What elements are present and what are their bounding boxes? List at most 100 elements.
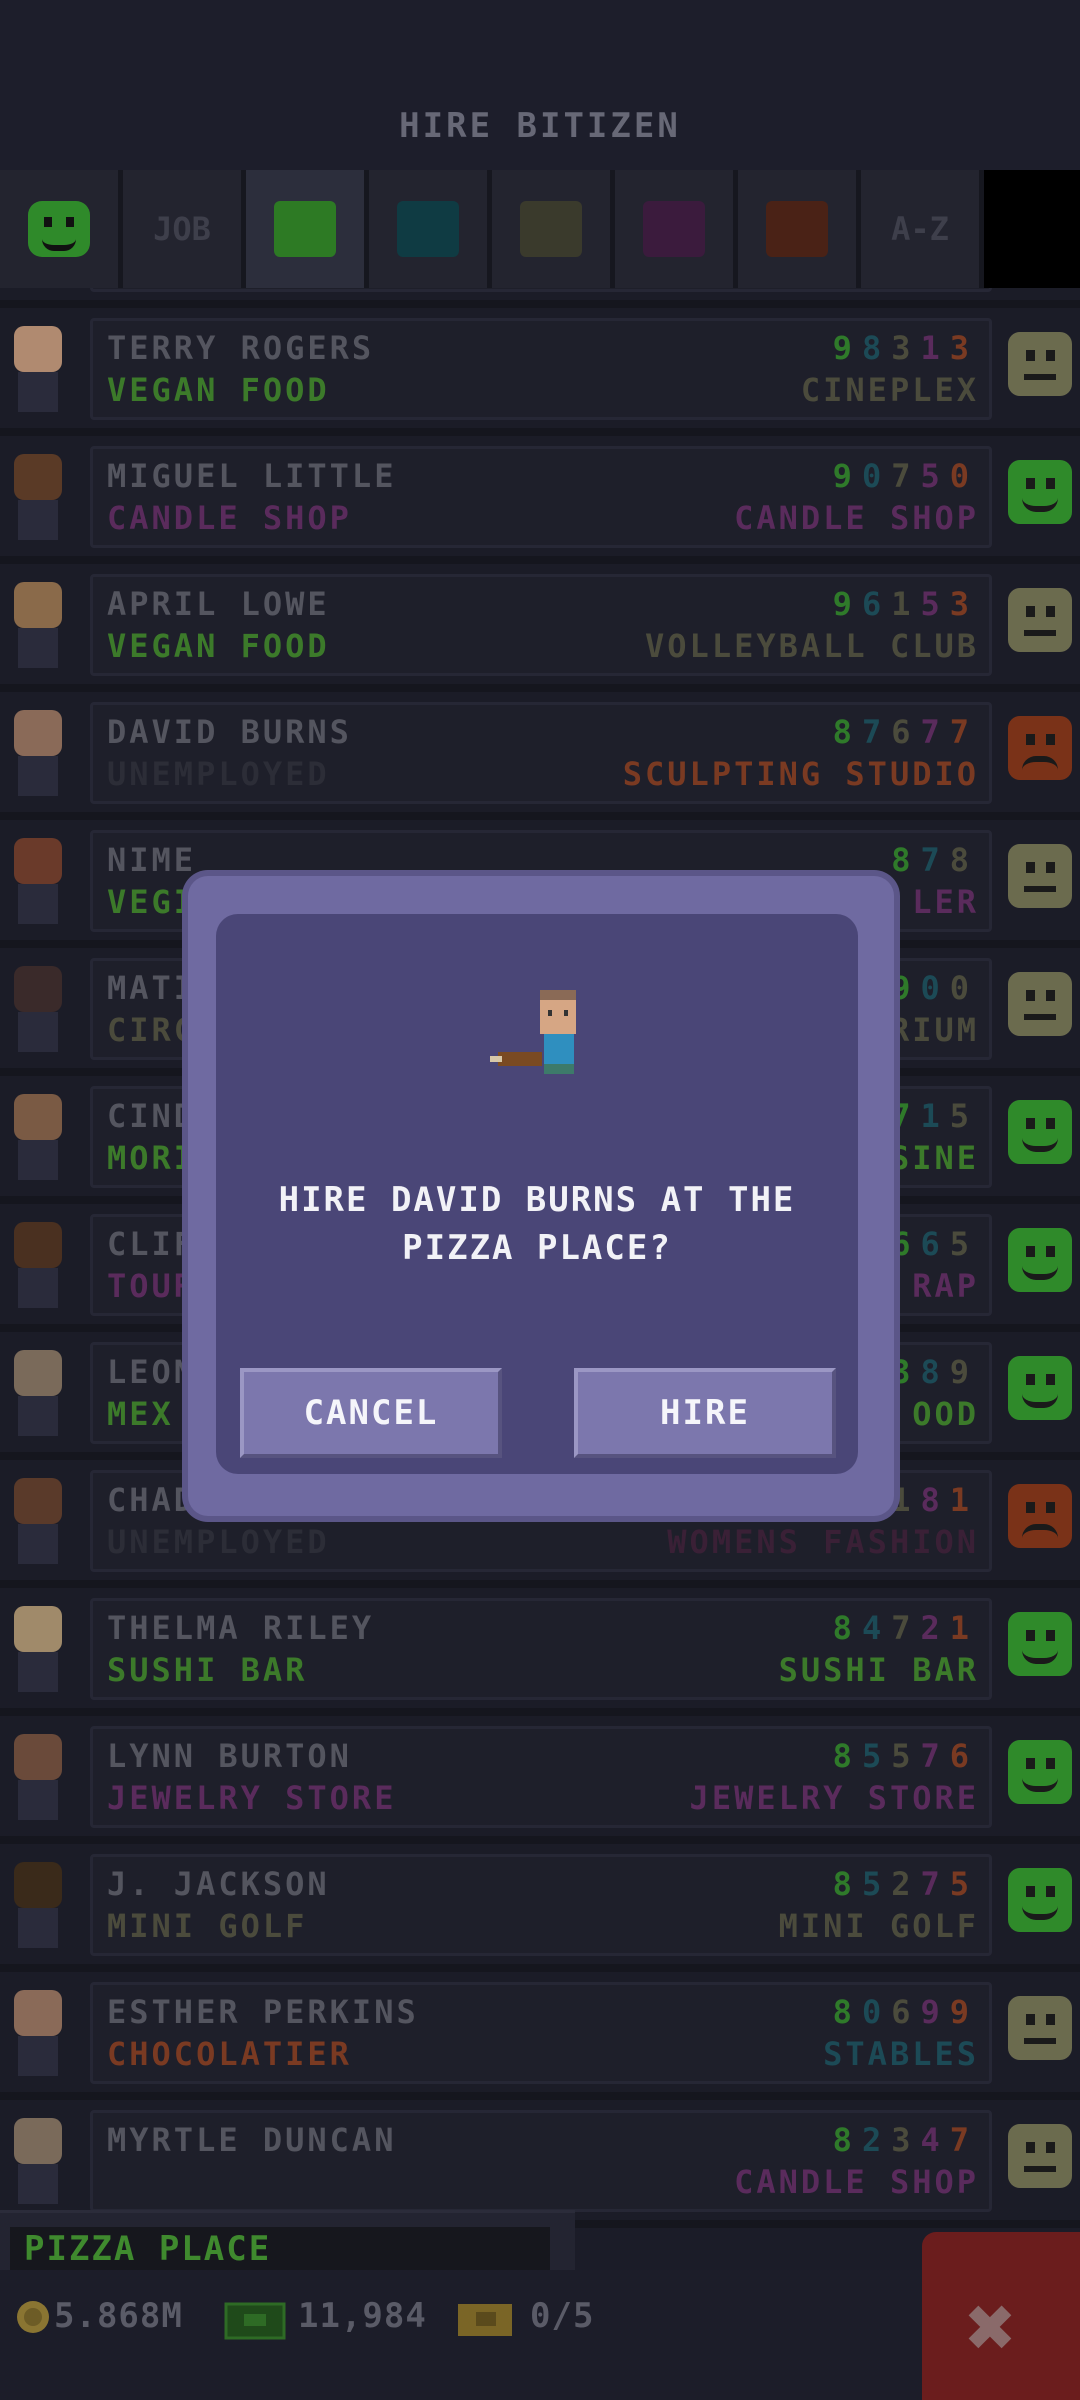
tab-az-label: A-Z — [891, 210, 949, 248]
coins-value: 5.868M — [54, 2296, 183, 2336]
skill-digits: 878 — [891, 841, 979, 879]
current-job: JEWELRY STORE — [107, 1779, 397, 1817]
bitizen-card: APRIL LOWE VEGAN FOOD 96153 VOLLEYBALL CLUB — [90, 574, 992, 676]
building-bar: PIZZA PLACE — [0, 2210, 575, 2279]
list-item[interactable]: MIGUEL LITTLE CANDLE SHOP 90750 CANDLE SHOP — [0, 436, 1080, 564]
neutral-face-icon — [1008, 332, 1072, 396]
dream-job: CINEPLEX — [800, 371, 979, 409]
bitizen-card: J. JACKSON MINI GOLF 85275 MINI GOLF — [90, 1854, 992, 1956]
skill-digits: 90750 — [832, 457, 979, 495]
bitizen-name: THELMA RILEY — [107, 1609, 375, 1647]
avatar — [6, 966, 70, 1056]
dream-job: JEWELRY STORE — [689, 1779, 979, 1817]
happy-face-icon — [1008, 1740, 1072, 1804]
current-job: MINI GOLF — [107, 1907, 308, 1945]
bitizen-card: GLASS STUDIOFORTUNE TELLER — [90, 288, 992, 292]
bitizen-card: MYRTLE DUNCAN 82347 CANDLE SHOP — [90, 2110, 992, 2212]
bitizen-name: TERRY ROGERS — [107, 329, 375, 367]
header: HIRE BITIZEN — [0, 0, 1080, 170]
tab-job[interactable]: JOB — [123, 170, 241, 288]
tab-happiness[interactable] — [0, 170, 118, 288]
tab-creative[interactable] — [615, 170, 733, 288]
avatar — [6, 1606, 70, 1696]
building-name: PIZZA PLACE — [24, 2229, 272, 2269]
bitizen-card: LYNN BURTON JEWELRY STORE 85576 JEWELRY STO… — [90, 1726, 992, 1828]
tab-service[interactable] — [369, 170, 487, 288]
list-item[interactable]: GLASS STUDIOFORTUNE TELLER — [0, 288, 1080, 308]
filter-tabs: JOB A-Z — [0, 170, 1080, 288]
cancel-button[interactable]: CANCEL — [240, 1368, 502, 1458]
skill-digits: 82347 — [832, 2121, 979, 2159]
category-swatch-icon — [766, 201, 828, 257]
current-job: VEGI — [107, 883, 197, 921]
skill-digits: 665 — [891, 1225, 979, 1263]
dream-job: RIUM — [889, 1011, 979, 1049]
current-job: MEX — [107, 1395, 174, 1433]
close-button[interactable]: ✖ — [922, 2232, 1080, 2400]
current-job: UNEMPLOYED — [107, 1523, 330, 1561]
neutral-face-icon — [1008, 844, 1072, 908]
list-item[interactable]: TERRY ROGERS VEGAN FOOD 98313 CINEPLEX — [0, 308, 1080, 436]
building-field: PIZZA PLACE — [10, 2227, 550, 2273]
close-icon: ✖ — [966, 2278, 1017, 2376]
bitizen-name: CLIF — [107, 1225, 197, 1263]
current-job: VEGAN FOOD — [107, 627, 330, 665]
tab-az[interactable]: A-Z — [861, 170, 979, 288]
skill-digits: 84721 — [832, 1609, 979, 1647]
avatar — [6, 1350, 70, 1440]
bitizen-card: DAVID BURNS UNEMPLOYED 87677 SCULPTING STUD… — [90, 702, 992, 804]
sad-face-icon — [1008, 716, 1072, 780]
skill-digits: 85576 — [832, 1737, 979, 1775]
avatar — [6, 582, 70, 672]
bitizen-name: DAVID BURNS — [107, 713, 352, 751]
dream-job: OOD — [912, 1395, 979, 1433]
skill-digits: 389 — [891, 1353, 979, 1391]
happy-face-icon — [1008, 1228, 1072, 1292]
current-job: CIRC — [107, 1011, 197, 1049]
current-job: TOUR — [107, 1267, 197, 1305]
bitizen-card: THELMA RILEY SUSHI BAR 84721 SUSHI BAR — [90, 1598, 992, 1700]
avatar — [6, 326, 70, 416]
dream-job: RAP — [912, 1267, 979, 1305]
tab-recreation[interactable] — [492, 170, 610, 288]
dream-job: MINI GOLF — [778, 1907, 979, 1945]
neutral-face-icon — [1008, 2124, 1072, 2188]
list-item[interactable]: DAVID BURNS UNEMPLOYED 87677 SCULPTING STUD… — [0, 692, 1080, 820]
tab-job-label: JOB — [153, 210, 211, 248]
coin-icon — [17, 2301, 49, 2333]
skill-digits: 96153 — [832, 585, 979, 623]
bitizen-card: MIGUEL LITTLE CANDLE SHOP 90750 CANDLE SHOP — [90, 446, 992, 548]
bitizen-name: LYNN BURTON — [107, 1737, 352, 1775]
hire-button[interactable]: HIRE — [574, 1368, 836, 1458]
bitizen-sprite-icon — [490, 990, 576, 1074]
list-item[interactable]: LYNN BURTON JEWELRY STORE 85576 JEWELRY STO… — [0, 1716, 1080, 1844]
avatar — [6, 1862, 70, 1952]
list-item[interactable]: APRIL LOWE VEGAN FOOD 96153 VOLLEYBALL CLUB — [0, 564, 1080, 692]
current-job: CANDLE SHOP — [107, 499, 352, 537]
skill-digits: 87677 — [832, 713, 979, 751]
bitizen-name: J. JACKSON — [107, 1865, 330, 1903]
bux-value: 11,984 — [298, 2296, 427, 2336]
current-job: VEGAN FOOD — [107, 371, 330, 409]
list-item[interactable]: ESTHER PERKINS CHOCOLATIER 80699 STABLES — [0, 1972, 1080, 2100]
current-job: CHOCOLATIER — [107, 2035, 352, 2073]
happy-face-icon — [1008, 1868, 1072, 1932]
dream-job: CANDLE SHOP — [734, 499, 979, 537]
tab-spacer — [984, 170, 1080, 288]
neutral-face-icon — [1008, 588, 1072, 652]
list-item[interactable]: J. JACKSON MINI GOLF 85275 MINI GOLF — [0, 1844, 1080, 1972]
avatar — [6, 1734, 70, 1824]
page-title: HIRE BITIZEN — [399, 106, 681, 146]
happy-face-icon — [28, 201, 90, 257]
dream-job: VOLLEYBALL CLUB — [645, 627, 979, 665]
bitizen-name: NIME — [107, 841, 197, 879]
current-job: UNEMPLOYED — [107, 755, 330, 793]
bitizen-name: CIND — [107, 1097, 197, 1135]
avatar — [6, 1222, 70, 1312]
list-item[interactable]: THELMA RILEY SUSHI BAR 84721 SUSHI BAR — [0, 1588, 1080, 1716]
list-item[interactable]: MYRTLE DUNCAN 82347 CANDLE SHOP — [0, 2100, 1080, 2228]
dream-job: SUSHI BAR — [778, 1651, 979, 1689]
neutral-face-icon — [1008, 972, 1072, 1036]
tab-retail[interactable] — [738, 170, 856, 288]
tab-food[interactable] — [246, 170, 364, 288]
